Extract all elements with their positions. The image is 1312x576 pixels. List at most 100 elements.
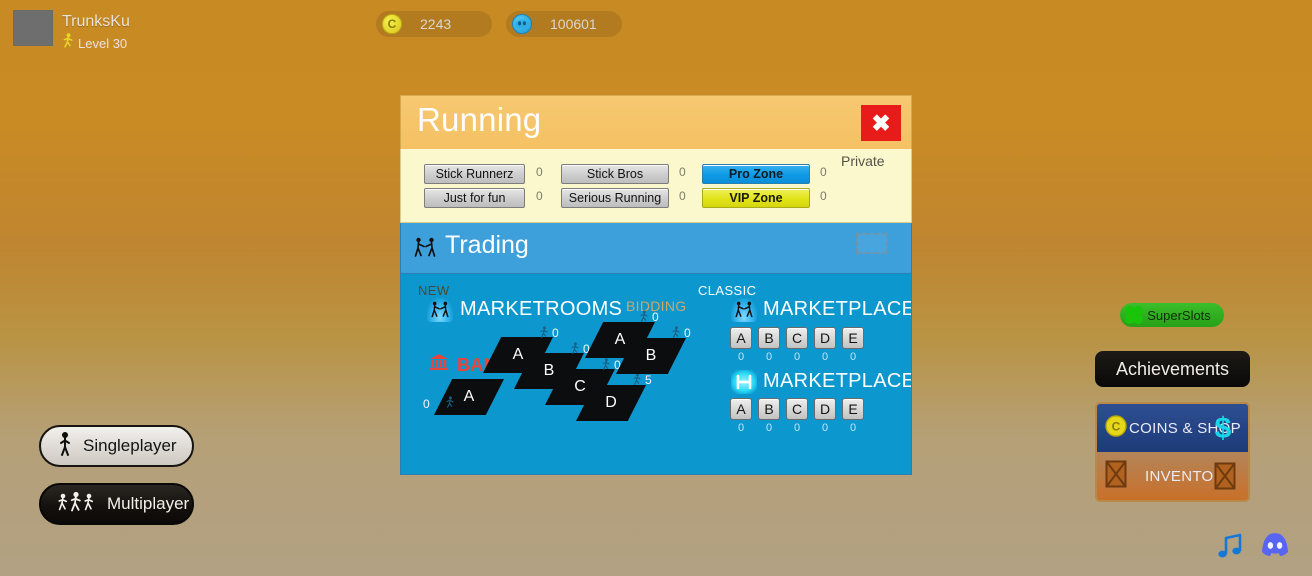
player-level-row: Level 30 <box>62 33 127 54</box>
marketplace-plus-count-d: 0 <box>821 422 829 434</box>
new-kicker: NEW <box>418 283 450 298</box>
marketplace-plus-count-b: 0 <box>765 422 773 434</box>
marketplace-count-e: 0 <box>849 351 857 363</box>
runner-icon <box>601 358 611 376</box>
trading-body: NEW MARKETROOMS BANK BIDDING A 0 A 0 B 0… <box>400 274 912 475</box>
player-name: TrunksKu <box>62 13 130 30</box>
marketroom-letter: C <box>574 378 586 395</box>
marketroom-letter: A <box>463 388 475 405</box>
crate-icon <box>1105 460 1127 493</box>
coin-icon: C <box>382 14 402 34</box>
discord-icon[interactable] <box>1258 530 1292 565</box>
room-button-stick-runnerz[interactable]: Stick Runnerz <box>424 164 525 184</box>
marketroom-letter: B <box>543 362 555 379</box>
runner-icon <box>632 373 642 391</box>
room-button-pro-zone[interactable]: Pro Zone <box>702 164 810 184</box>
close-icon[interactable]: ✖ <box>861 105 901 141</box>
marketplace-count-b: 0 <box>765 351 773 363</box>
marketplace-plus-title: MARKETPLACE+ <box>763 370 912 392</box>
multi-runner-icon <box>57 490 97 519</box>
runner-icon <box>570 342 580 360</box>
marketplace-plus-keys: A B C D E <box>730 398 864 420</box>
marketplace-title: MARKETPLACE <box>763 298 912 320</box>
svg-text:C: C <box>1112 419 1121 433</box>
runner-icon <box>639 310 649 328</box>
room-button-vip-zone[interactable]: VIP Zone <box>702 188 810 208</box>
marketroom-count-bidding-a: 0 <box>652 310 659 324</box>
room-button-serious-running[interactable]: Serious Running <box>561 188 669 208</box>
shop-panel: C COINS & SHOP $ INVENTORY <box>1095 402 1250 502</box>
avatar[interactable] <box>13 10 53 46</box>
running-dialog: Running ✖ Stick Runnerz 0 Just for fun 0… <box>400 95 912 475</box>
marketplace-key-c[interactable]: C <box>786 327 808 349</box>
marketroom-letter: D <box>605 394 617 411</box>
marketplace-plus-count-c: 0 <box>793 422 801 434</box>
music-note-icon[interactable] <box>1214 530 1246 567</box>
classic-kicker: CLASSIC <box>698 283 757 298</box>
inventory-button[interactable]: INVENTORY <box>1097 452 1248 500</box>
runner-icon <box>539 326 549 344</box>
superslots-label: SuperSlots <box>1147 307 1211 323</box>
marketroom-count-main-d: 5 <box>645 373 652 387</box>
marketplace-count-d: 0 <box>821 351 829 363</box>
handshake-icon <box>731 298 757 322</box>
runner-icon <box>671 326 681 344</box>
crate-icon <box>1214 462 1236 495</box>
marketplace-plus-key-b[interactable]: B <box>758 398 780 420</box>
achievements-button[interactable]: Achievements <box>1095 351 1250 387</box>
trading-title: Trading <box>445 231 529 259</box>
dialog-header: Running ✖ <box>400 95 912 149</box>
bank-icon <box>429 353 449 376</box>
room-count-vip-zone: 0 <box>820 189 827 203</box>
room-count-just-for-fun: 0 <box>536 189 543 203</box>
marketrooms-title: MARKETROOMS <box>460 298 623 320</box>
private-label: Private <box>841 153 885 169</box>
currency-coins[interactable]: C 2243 <box>376 11 492 37</box>
coins-shop-button[interactable]: C COINS & SHOP $ <box>1097 404 1248 452</box>
trading-header: Trading <box>400 223 912 274</box>
marketroom-letter: B <box>645 347 657 364</box>
marketroom-letter: A <box>614 331 626 348</box>
coin-icon: C <box>1105 414 1127 442</box>
gems-value: 100601 <box>550 16 597 32</box>
clover-icon <box>1122 303 1146 332</box>
marketroom-count-bank-a: 0 <box>423 397 430 411</box>
multiplayer-label: Multiplayer <box>107 494 190 513</box>
marketplace-keys: A B C D E <box>730 327 864 349</box>
room-button-just-for-fun[interactable]: Just for fun <box>424 188 525 208</box>
marketroom-letter: A <box>512 346 524 363</box>
handshake-icon <box>427 298 453 322</box>
marketplace-count-c: 0 <box>793 351 801 363</box>
marketplace-plus-count-a: 0 <box>737 422 745 434</box>
marketplace-plus-key-c[interactable]: C <box>786 398 808 420</box>
marketplace-plus-icon <box>731 370 757 394</box>
top-bar: TrunksKu Level 30 C 2243 100601 <box>0 0 1312 51</box>
marketplace-key-a[interactable]: A <box>730 327 752 349</box>
marketplace-key-b[interactable]: B <box>758 327 780 349</box>
marketplace-plus-key-a[interactable]: A <box>730 398 752 420</box>
dollar-icon: $ <box>1212 410 1234 451</box>
marketroom-count-bidding-b: 0 <box>684 326 691 340</box>
dialog-title: Running <box>417 101 542 138</box>
achievements-label: Achievements <box>1115 358 1230 379</box>
marketplace-plus-key-e[interactable]: E <box>842 398 864 420</box>
room-button-stick-bros[interactable]: Stick Bros <box>561 164 669 184</box>
marketplace-key-e[interactable]: E <box>842 327 864 349</box>
room-count-stick-runnerz: 0 <box>536 165 543 179</box>
dashed-placeholder-icon[interactable] <box>856 233 888 254</box>
svg-text:$: $ <box>1215 412 1232 445</box>
singleplayer-button[interactable]: Singleplayer <box>39 425 194 467</box>
marketplace-counts: 0 0 0 0 0 <box>730 351 864 363</box>
marketplace-plus-count-e: 0 <box>849 422 857 434</box>
marketplace-plus-counts: 0 0 0 0 0 <box>730 422 864 434</box>
marketplace-key-d[interactable]: D <box>814 327 836 349</box>
multiplayer-button[interactable]: Multiplayer <box>39 483 194 525</box>
room-list: Stick Runnerz 0 Just for fun 0 Stick Bro… <box>400 149 912 223</box>
marketplace-count-a: 0 <box>737 351 745 363</box>
handshake-icon <box>413 237 437 264</box>
singleplayer-label: Singleplayer <box>83 436 177 455</box>
room-count-pro-zone: 0 <box>820 165 827 179</box>
marketroom-count-main-a: 0 <box>552 326 559 340</box>
currency-gems[interactable]: 100601 <box>506 11 622 37</box>
marketplace-plus-key-d[interactable]: D <box>814 398 836 420</box>
